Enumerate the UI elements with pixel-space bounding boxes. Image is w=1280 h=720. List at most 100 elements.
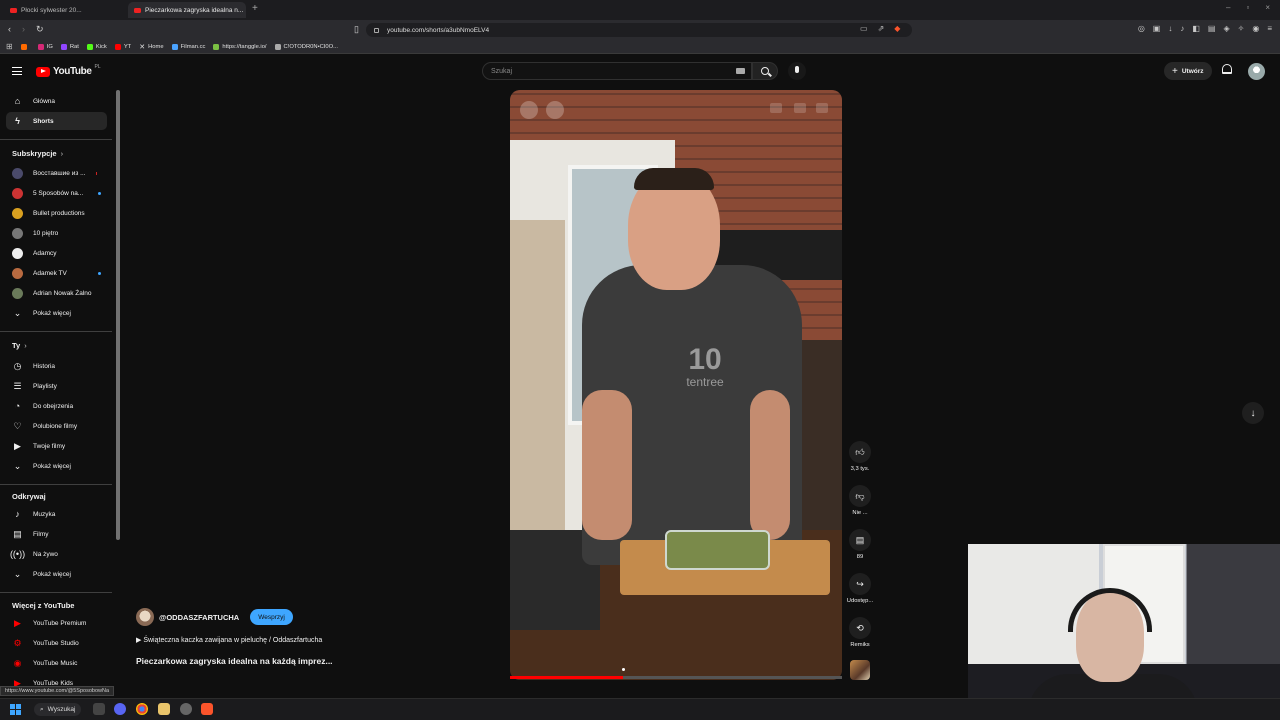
sidebar-subscription[interactable]: Adamcy (6, 244, 107, 262)
address-bar[interactable]: youtube.com/shorts/a3ubNmoELV4 (366, 23, 912, 37)
subscriptions-heading[interactable]: Subskrypcje › (12, 149, 63, 158)
comments-icon[interactable]: ▤ (849, 529, 871, 551)
like-action[interactable]: 👍︎ 3,3 tys. (844, 441, 876, 472)
channel-name[interactable]: @ODDASZFARTUCHA (159, 613, 239, 622)
menu-icon[interactable]: ≡ (1267, 24, 1272, 33)
short-title[interactable]: Pieczarkowa zagryska idealna na każdą im… (136, 656, 333, 666)
account-avatar[interactable] (1248, 63, 1265, 80)
sidebar-item-shorts[interactable]: ϟ Shorts (6, 112, 107, 130)
bookmark-item[interactable]: C!OTODR0N•CI0O... (274, 43, 338, 50)
sidebar-subscription[interactable]: Adrian Nowak Żalno (6, 284, 107, 302)
shorts-video-player[interactable]: 10 tentree (510, 90, 842, 680)
sidebar-item-home[interactable]: ⌂ Główna (6, 92, 107, 110)
search-input[interactable]: Szukaj (482, 62, 752, 80)
fullscreen-icon[interactable] (794, 103, 806, 113)
sound-thumbnail[interactable] (850, 660, 870, 680)
support-button[interactable]: Wesprzyj (250, 609, 293, 625)
maximize-icon[interactable]: ▫ (1246, 3, 1249, 12)
bookmark-item[interactable]: Filman.cc (171, 43, 205, 50)
sidebar-subscription[interactable]: Восставшие из ... (6, 164, 107, 182)
task-view-icon[interactable] (93, 703, 105, 715)
tab-active[interactable]: Pieczarkowa zagryska idealna n... × (128, 2, 246, 18)
sidebar-subscription[interactable]: 10 piętro (6, 224, 107, 242)
remix-action[interactable]: ⟲ Remiks (844, 617, 876, 648)
sidebar-item-live[interactable]: ((•)) Na żywo (6, 545, 107, 563)
show-more-explore[interactable]: ⌄ Pokaż więcej (6, 565, 107, 583)
youtube-logo[interactable]: YouTube PL (36, 64, 101, 77)
profile-icon[interactable]: ◉ (1252, 24, 1259, 33)
comments-action[interactable]: ▤ 89 (844, 529, 876, 560)
dislike-action[interactable]: 👎︎ Nie ... (844, 485, 876, 516)
share-icon[interactable]: ↪ (849, 573, 871, 595)
bookmark-item[interactable]: ✕ Home (139, 43, 163, 51)
forward-icon[interactable]: › (22, 24, 25, 34)
captions-icon[interactable] (770, 103, 782, 113)
minimize-icon[interactable]: – (1226, 3, 1230, 12)
extension-icon[interactable]: ▣ (1153, 24, 1161, 33)
show-more-you[interactable]: ⌄ Pokaż więcej (6, 457, 107, 475)
video-progress-bar[interactable] (510, 676, 842, 679)
music-extension-icon[interactable]: ♪ (1180, 24, 1184, 33)
thumbs-up-icon[interactable]: 👍︎ (849, 441, 871, 463)
apps-icon[interactable]: ⊞ (6, 42, 13, 51)
bookmark-item[interactable] (20, 43, 30, 50)
bookmark-item[interactable]: Kick (86, 43, 107, 50)
more-options-icon[interactable] (816, 103, 828, 113)
voice-search-button[interactable] (788, 62, 806, 80)
guide-menu-icon[interactable] (12, 67, 22, 75)
sidebar-item-watch-later[interactable]: ◔ Do obejrzenia (6, 397, 107, 415)
bookmark-item[interactable]: Rat (60, 43, 79, 50)
back-icon[interactable]: ‹ (8, 24, 11, 34)
sidebar-item-your-videos[interactable]: ▶ Twoje filmy (6, 437, 107, 455)
sidebar-item-films[interactable]: ▤ Filmy (6, 525, 107, 543)
download-icon[interactable]: ↓ (1168, 24, 1172, 33)
brave-icon[interactable] (201, 703, 213, 715)
sidebar-item-youtube-music[interactable]: ◉ YouTube Music (6, 654, 107, 672)
bookmark-item[interactable]: IG (37, 43, 53, 50)
sidebar-item-music[interactable]: ♪ Muzyka (6, 505, 107, 523)
you-heading[interactable]: Ty › (12, 341, 27, 350)
sidebar-item-history[interactable]: ◷ Historia (6, 357, 107, 375)
thumbs-down-icon[interactable]: 👎︎ (849, 485, 871, 507)
extension-icon[interactable]: ◎ (1138, 24, 1145, 33)
reload-icon[interactable]: ↻ (36, 24, 44, 35)
sidebar-item-liked[interactable]: ♡ Polubione filmy (6, 417, 107, 435)
sidebar-item-youtube-premium[interactable]: ▶ YouTube Premium (6, 614, 107, 632)
channel-avatar[interactable] (136, 608, 154, 626)
volume-icon[interactable] (546, 101, 564, 119)
app-icon[interactable] (158, 703, 170, 715)
play-pause-icon[interactable] (520, 101, 538, 119)
windows-start-icon[interactable] (10, 704, 21, 715)
share-action[interactable]: ↪ Udostęp... (844, 573, 876, 604)
chrome-icon[interactable] (136, 703, 148, 715)
vpn-icon[interactable]: ◈ (1223, 24, 1229, 33)
sidebar-subscription[interactable]: 5 Sposobów na... (6, 184, 107, 202)
bookmark-item[interactable]: https://tanggle.io/ (213, 43, 267, 50)
bookmark-item[interactable]: YT (114, 43, 131, 50)
notifications-bell-icon[interactable] (1222, 64, 1232, 74)
leo-icon[interactable]: ✧ (1238, 24, 1245, 33)
discord-icon[interactable] (114, 703, 126, 715)
wallet-icon[interactable]: ▤ (1208, 24, 1216, 33)
tab-inactive[interactable]: Płocki sylwester 20... (4, 2, 124, 18)
sidebar-toggle-icon[interactable]: ◧ (1192, 24, 1200, 33)
install-icon[interactable]: ▭ (860, 24, 868, 33)
search-button[interactable] (752, 62, 778, 80)
close-window-icon[interactable]: × (1265, 3, 1270, 12)
sidebar-item-playlists[interactable]: ☰ Playlisty (6, 377, 107, 395)
site-info-icon[interactable] (374, 27, 379, 33)
remix-icon[interactable]: ⟲ (849, 617, 871, 639)
related-video-link[interactable]: ▶ Świąteczna kaczka zawijana w pieluchę … (136, 636, 322, 644)
obs-icon[interactable] (180, 703, 192, 715)
share-page-icon[interactable]: ⇗ (878, 24, 885, 33)
new-tab-button[interactable]: + (252, 3, 258, 14)
sidebar-scrollbar[interactable] (116, 90, 120, 540)
next-short-button[interactable]: ↓ (1242, 402, 1264, 424)
show-more-subscriptions[interactable]: ⌄ Pokaż więcej (6, 304, 107, 322)
sidebar-subscription[interactable]: Adamek TV (6, 264, 107, 282)
bookmark-icon[interactable]: ▯ (354, 24, 359, 35)
keyboard-icon[interactable] (736, 68, 745, 74)
create-button[interactable]: + Utwórz (1164, 62, 1212, 80)
taskbar-search[interactable]: ⌕ Wyszukaj (34, 703, 82, 716)
brave-shield-icon[interactable]: ◆ (894, 24, 900, 33)
